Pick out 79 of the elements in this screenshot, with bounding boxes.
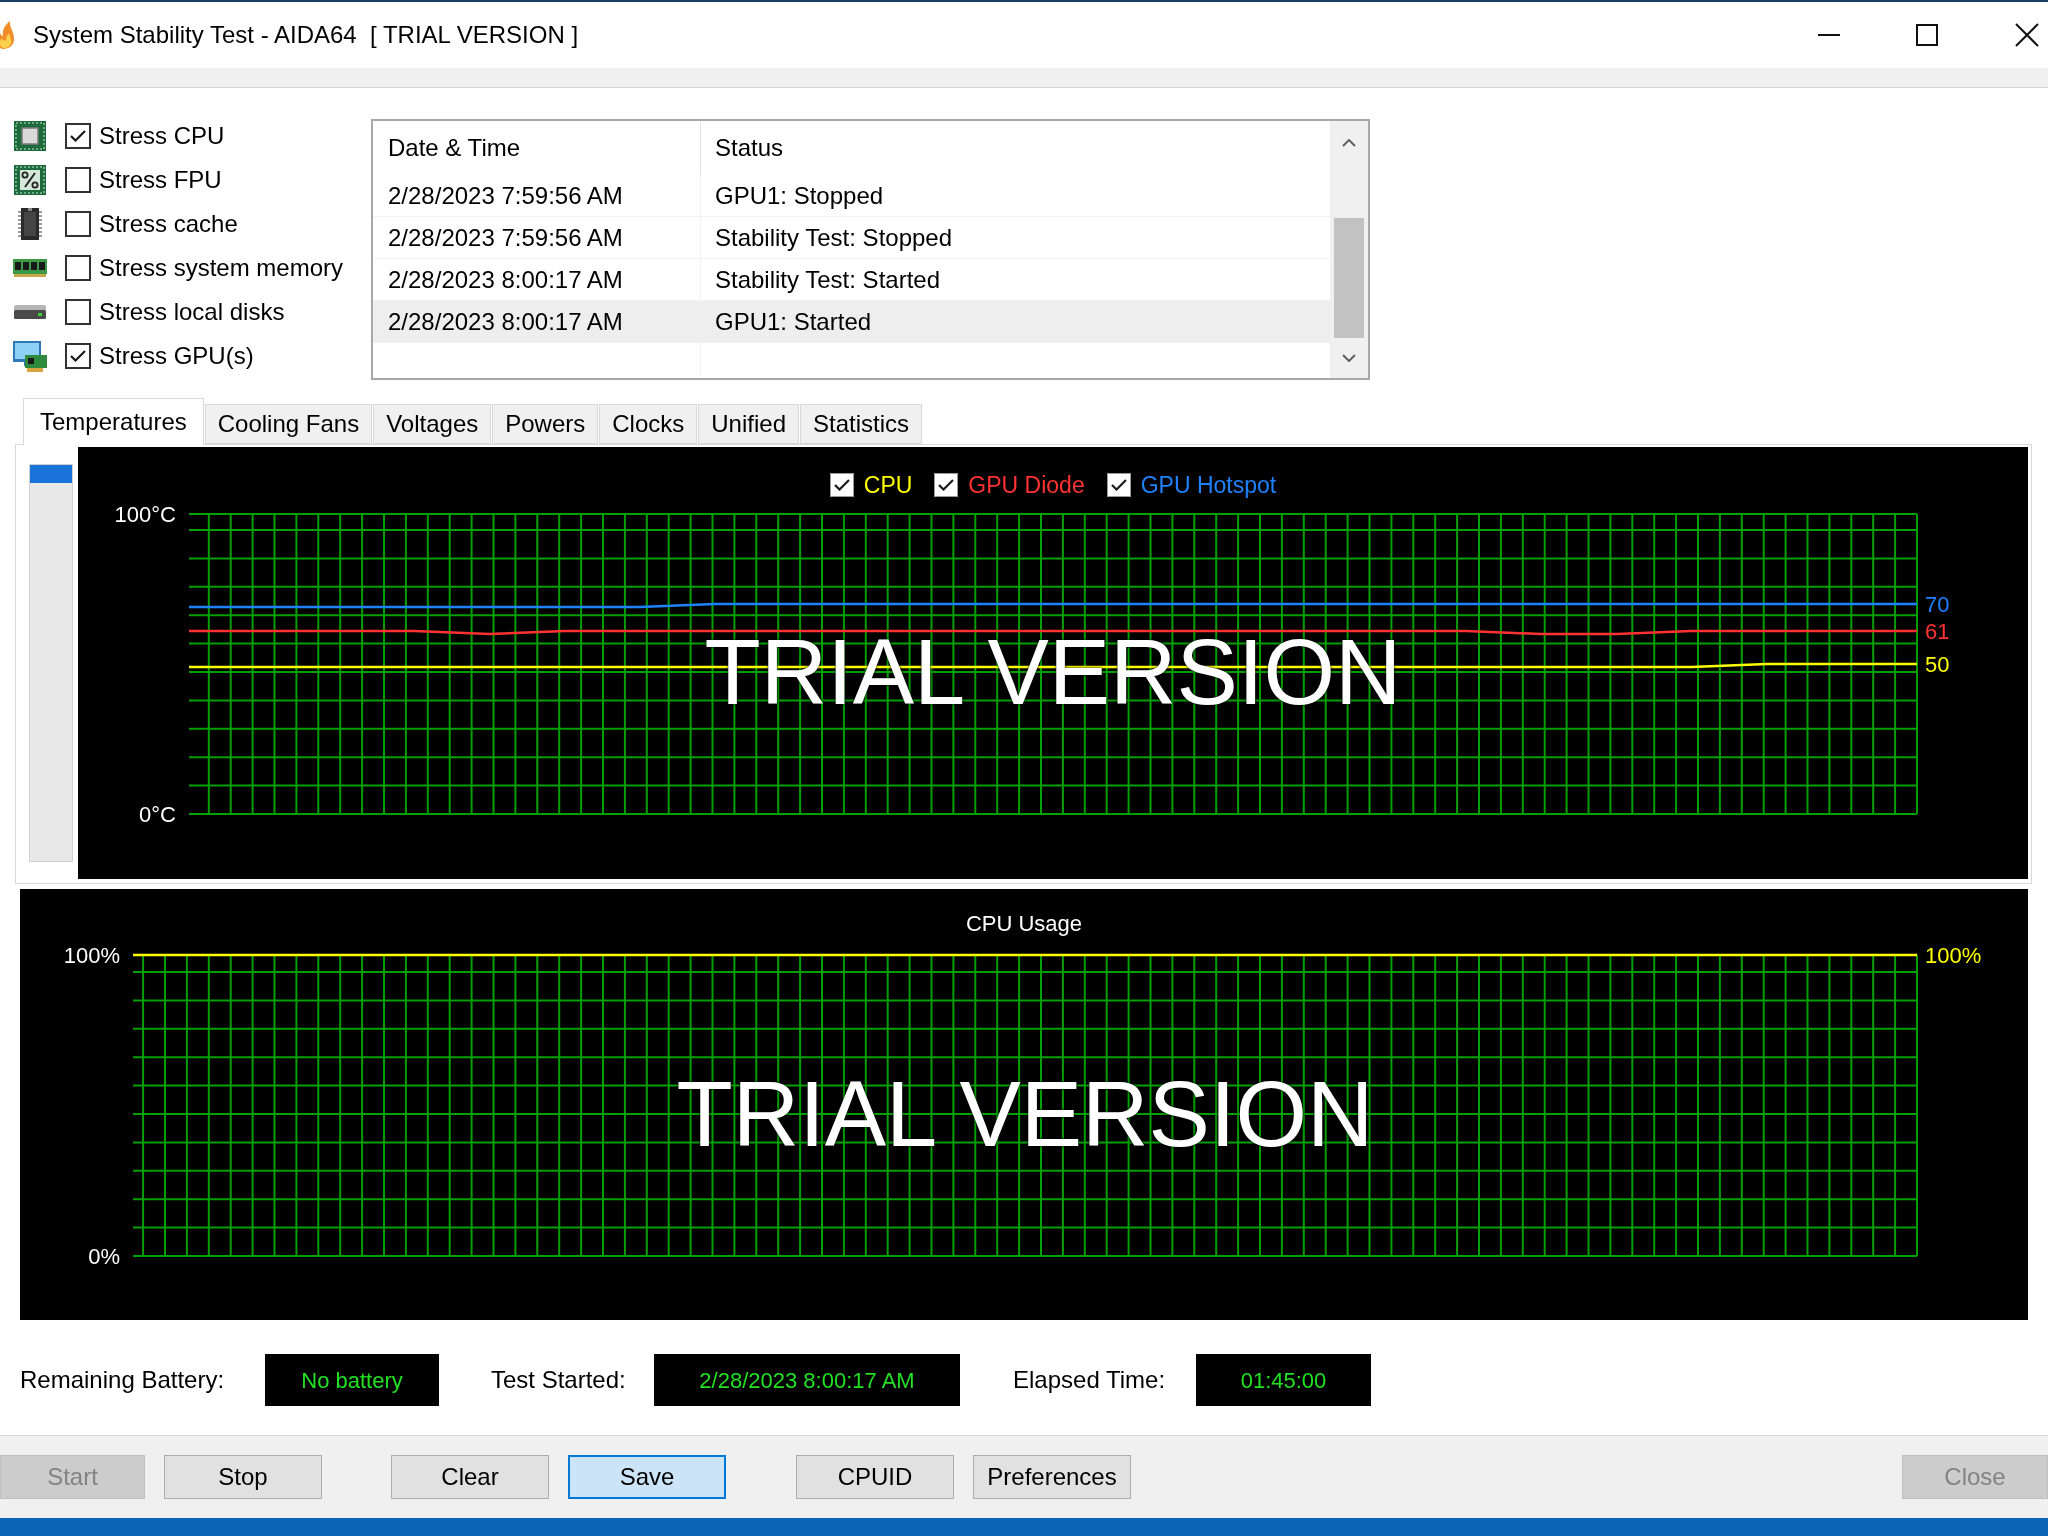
checkbox[interactable]: [934, 473, 959, 498]
tab[interactable]: Voltages: [373, 404, 492, 444]
legend-label[interactable]: GPU Diode: [968, 468, 1085, 503]
tab[interactable]: Clocks: [599, 404, 698, 444]
table-row[interactable]: 2/28/2023 7:59:56 AM GPU1: Stopped: [373, 175, 1330, 217]
value-label: 70: [1925, 592, 1950, 617]
table-cell-text: GPU1: Started: [714, 306, 873, 337]
checkbox-label[interactable]: Stress local disks: [99, 294, 285, 330]
table-cell-text: Stability Test: Stopped: [714, 222, 954, 253]
tab[interactable]: Statistics: [800, 404, 923, 444]
chevron-up-icon[interactable]: [1342, 139, 1356, 147]
checkbox-label[interactable]: Stress CPU: [99, 118, 225, 154]
checkbox-label[interactable]: Stress GPU(s): [99, 338, 254, 374]
legend-label[interactable]: CPU: [863, 468, 913, 503]
checkbox[interactable]: [65, 167, 91, 193]
checkbox[interactable]: [829, 473, 854, 498]
hard-drive-icon: [14, 305, 46, 319]
selection-bar: [30, 465, 72, 483]
tab[interactable]: Unified: [698, 404, 799, 444]
window-title: System Stability Test - AIDA64 [ TRIAL VERSION ]: [33, 20, 579, 50]
checkmark-icon: [70, 130, 86, 142]
axis-label: 100°C: [114, 502, 176, 527]
ram-module-icon: [13, 259, 47, 277]
axis-label: 0°C: [139, 802, 176, 827]
value-label: 50: [1925, 652, 1950, 677]
checkmark-icon: [938, 479, 955, 492]
action-button[interactable]: Preferences: [973, 1455, 1131, 1499]
field-label: Elapsed Time:: [1013, 1366, 1166, 1393]
checkmark-icon: [70, 350, 86, 362]
tab[interactable]: Powers: [492, 404, 599, 444]
scrollbar[interactable]: [1330, 121, 1368, 378]
axis-label: 100%: [63, 943, 120, 968]
tab[interactable]: Temperatures: [23, 398, 204, 445]
memory-chip-icon: [18, 208, 42, 240]
column-header[interactable]: Status: [701, 121, 1330, 175]
checkbox[interactable]: [65, 343, 91, 369]
table-row[interactable]: 2/28/2023 7:59:56 AM Stability Test: Stopped: [373, 217, 1330, 259]
chevron-down-icon[interactable]: [1342, 354, 1356, 362]
checkbox-label[interactable]: Stress cache: [99, 206, 238, 242]
table-cell: 2/28/2023 7:59:56 AM: [373, 175, 701, 216]
field-label: Test Started:: [491, 1366, 626, 1393]
checkbox-label[interactable]: Stress system memory: [99, 250, 344, 286]
scrollbar-thumb[interactable]: [1334, 218, 1364, 338]
checkbox[interactable]: [65, 123, 91, 149]
table-cell: 2/28/2023 7:59:56 AM: [373, 217, 701, 258]
value-label: 100%: [1925, 943, 1982, 968]
checkmark-icon: [1110, 479, 1127, 492]
axis-label: 0%: [88, 1244, 120, 1269]
checkbox[interactable]: [65, 299, 91, 325]
action-button[interactable]: Clear: [391, 1455, 549, 1499]
value-label: 61: [1925, 619, 1950, 644]
readout-field: No battery: [265, 1354, 439, 1406]
checkbox[interactable]: [65, 211, 91, 237]
table-row[interactable]: 2/28/2023 8:00:17 AM GPU1: Started: [373, 301, 1330, 343]
flame-icon: [0, 21, 14, 49]
field-label: Remaining Battery:: [20, 1366, 225, 1393]
chip-icon: [14, 121, 46, 151]
checkbox[interactable]: [65, 255, 91, 281]
readout-field: 01:45:00: [1196, 1354, 1371, 1406]
checkmark-icon: [833, 479, 850, 492]
checkbox-label[interactable]: Stress FPU: [99, 162, 222, 198]
table-row[interactable]: 2/28/2023 8:00:17 AM Stability Test: Started: [373, 259, 1330, 301]
action-button[interactable]: Save: [568, 1455, 726, 1499]
checkbox[interactable]: [1106, 473, 1131, 498]
legend-label[interactable]: GPU Hotspot: [1140, 468, 1277, 503]
table-cell: 2/28/2023 8:00:17 AM: [373, 259, 701, 300]
close-icon: [2015, 23, 2039, 47]
readout-field: 2/28/2023 8:00:17 AM: [654, 1354, 960, 1406]
monitor-card-icon: [13, 340, 47, 372]
action-button[interactable]: Stop: [164, 1455, 322, 1499]
table-cell-text: Stability Test: Started: [714, 264, 941, 295]
table-cell: 2/28/2023 8:00:17 AM: [373, 301, 701, 342]
minimize-icon: [1818, 34, 1840, 36]
chart-title: CPU Usage: [965, 911, 1083, 936]
action-button[interactable]: CPUID: [796, 1455, 954, 1499]
tab[interactable]: Cooling Fans: [204, 404, 373, 444]
maximize-icon: [1915, 24, 1938, 46]
percent-chip-icon: [14, 165, 46, 195]
table-cell-text: GPU1: Stopped: [714, 180, 885, 211]
